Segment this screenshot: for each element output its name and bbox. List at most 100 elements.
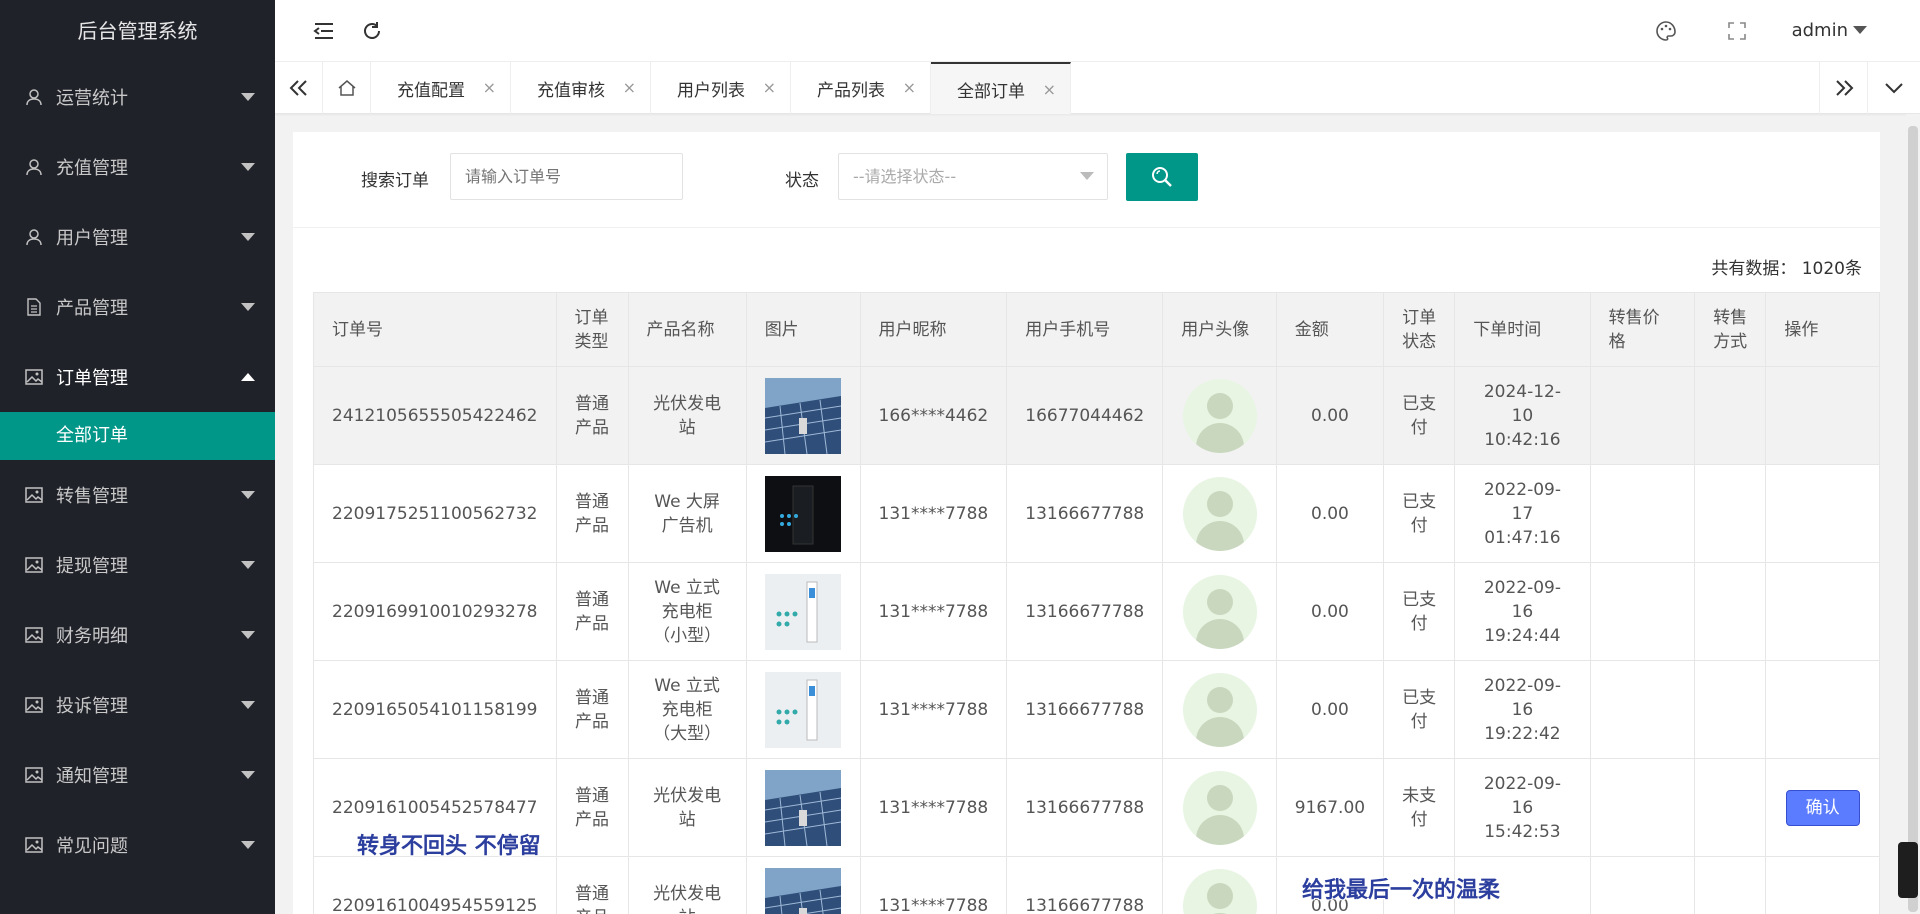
- tab-label: 产品列表: [817, 80, 885, 101]
- caret-down-icon: [241, 491, 255, 499]
- table-row[interactable]: 2209169910010293278 普通产品 We 立式充电柜（小型） 131**…: [313, 562, 1880, 661]
- cell-resale-way: [1694, 856, 1767, 914]
- document-icon: [24, 297, 44, 317]
- table-row[interactable]: 2412105655505422462 普通产品 光伏发电站 166****4462 1…: [313, 366, 1880, 465]
- product-thumbnail[interactable]: [765, 769, 842, 846]
- sidebar-item-2[interactable]: 用户管理: [0, 202, 275, 272]
- table-row[interactable]: 2209175251100562732 普通产品 We 大屏广告机 131****77…: [313, 464, 1880, 563]
- sidebar-item-label: 提现管理: [56, 556, 128, 577]
- main-content: 搜索订单 状态 --请选择状态-- 共有数据： 1020条 订单号订单类型产品名…: [293, 132, 1880, 914]
- fullscreen-icon: [1728, 22, 1746, 40]
- sidebar-item-10[interactable]: 常见问题: [0, 810, 275, 880]
- tab-0[interactable]: 充值配置 ×: [371, 62, 511, 114]
- confirm-button[interactable]: 确认: [1785, 789, 1860, 826]
- table-row[interactable]: 2209165054101158199 普通产品 We 立式充电柜（大型） 131**…: [313, 660, 1880, 759]
- scrollbar-thumb[interactable]: [1908, 126, 1918, 912]
- sidebar-item-1[interactable]: 充值管理: [0, 132, 275, 202]
- sidebar-item-8[interactable]: 投诉管理: [0, 670, 275, 740]
- search-button[interactable]: [1126, 153, 1198, 201]
- cell-resale-price: [1589, 464, 1696, 563]
- caret-down-icon: [241, 841, 255, 849]
- product-image-cell: [745, 758, 861, 857]
- table-row[interactable]: 2209161005452578477 普通产品 光伏发电站 131****7788 1…: [313, 758, 1880, 857]
- cell-type: 普通产品: [555, 464, 629, 563]
- column-header: 订单状态: [1383, 292, 1456, 367]
- cell-resale-way: [1694, 758, 1767, 857]
- refresh-button[interactable]: [359, 18, 385, 44]
- tab-label: 全部订单: [957, 81, 1025, 102]
- image-icon: [24, 765, 44, 785]
- cell-order-no: 2209161004954559125: [313, 856, 557, 914]
- close-icon[interactable]: ×: [623, 78, 636, 97]
- action-cell: [1765, 856, 1880, 914]
- tab-4[interactable]: 全部订单 ×: [931, 62, 1071, 114]
- video-subtitle-right: 给我最后一次的温柔: [1302, 878, 1501, 903]
- action-cell: [1765, 562, 1880, 661]
- sidebar-item-9[interactable]: 通知管理: [0, 740, 275, 810]
- tab-1[interactable]: 充值审核 ×: [511, 62, 651, 114]
- action-cell: [1765, 464, 1880, 563]
- action-cell: [1765, 660, 1880, 759]
- status-select[interactable]: --请选择状态--: [838, 153, 1108, 200]
- cell-order-no: 2209175251100562732: [313, 464, 557, 563]
- sidebar-item-5[interactable]: 转售管理: [0, 460, 275, 530]
- cell-product: We 大屏广告机: [627, 464, 747, 563]
- collapse-menu-button[interactable]: [311, 18, 337, 44]
- caret-down-icon: [241, 701, 255, 709]
- user-icon: [24, 87, 44, 107]
- theme-button[interactable]: [1653, 18, 1679, 44]
- admin-user-menu[interactable]: admin: [1792, 20, 1848, 41]
- tabs-scroll-right-button[interactable]: [1819, 62, 1867, 114]
- action-cell: [1765, 366, 1880, 465]
- cell-nickname: 131****7788: [859, 660, 1008, 759]
- tabs-dropdown-button[interactable]: [1867, 62, 1920, 114]
- page-tabs: 充值配置 × 充值审核 × 用户列表 × 产品列表 × 全部订单 ×: [275, 62, 1920, 114]
- cell-status: 已支付: [1383, 366, 1456, 465]
- refresh-icon: [364, 22, 380, 39]
- cell-type: 普通产品: [555, 758, 629, 857]
- caret-down-icon: [241, 163, 255, 171]
- avatar: [1182, 868, 1257, 914]
- product-thumbnail[interactable]: [765, 867, 842, 914]
- sidebar-item-label: 产品管理: [56, 298, 128, 319]
- column-header: 金额: [1275, 292, 1385, 367]
- brand-title: 后台管理系统: [77, 19, 198, 43]
- tab-label: 充值审核: [537, 80, 605, 101]
- close-icon[interactable]: ×: [483, 78, 496, 97]
- cell-type: 普通产品: [555, 562, 629, 661]
- product-thumbnail[interactable]: [765, 377, 842, 454]
- sidebar-item-7[interactable]: 财务明细: [0, 600, 275, 670]
- column-header: 转售方式: [1694, 292, 1767, 367]
- tab-3[interactable]: 产品列表 ×: [791, 62, 931, 114]
- product-image-cell: [745, 856, 861, 914]
- search-icon: [1152, 167, 1172, 187]
- table-row[interactable]: 2209161004954559125普通产品光伏发电站 131****77881…: [313, 856, 1880, 914]
- tab-2[interactable]: 用户列表 ×: [651, 62, 791, 114]
- sidebar-item-0[interactable]: 运营统计: [0, 62, 275, 132]
- sidebar-item-4[interactable]: 订单管理: [0, 342, 275, 412]
- close-icon[interactable]: ×: [903, 78, 916, 97]
- tabs-scroll-left-button[interactable]: [275, 62, 323, 114]
- sidebar-item-6[interactable]: 提现管理: [0, 530, 275, 600]
- floating-widget[interactable]: [1898, 842, 1918, 898]
- product-thumbnail[interactable]: [765, 573, 842, 650]
- sidebar-subitem-all-orders[interactable]: 全部订单: [0, 412, 275, 460]
- cell-order-no: 2412105655505422462: [313, 366, 557, 465]
- tab-home[interactable]: [323, 62, 371, 114]
- close-icon[interactable]: ×: [763, 78, 776, 97]
- caret-down-icon: [241, 771, 255, 779]
- cell-status: 已支付: [1383, 660, 1456, 759]
- order-search-input[interactable]: [450, 153, 683, 200]
- fullscreen-button[interactable]: [1724, 18, 1750, 44]
- image-icon: [24, 555, 44, 575]
- sidebar-item-label: 财务明细: [56, 626, 128, 647]
- product-thumbnail[interactable]: [765, 475, 842, 552]
- cell-time: 2022-09-16 19:22:42: [1454, 660, 1591, 759]
- caret-down-icon: [241, 93, 255, 101]
- sidebar-item-label: 订单管理: [56, 368, 128, 389]
- sidebar-item-3[interactable]: 产品管理: [0, 272, 275, 342]
- product-image-cell: [745, 366, 861, 465]
- product-thumbnail[interactable]: [765, 671, 842, 748]
- user-icon: [24, 227, 44, 247]
- close-icon[interactable]: ×: [1043, 80, 1056, 99]
